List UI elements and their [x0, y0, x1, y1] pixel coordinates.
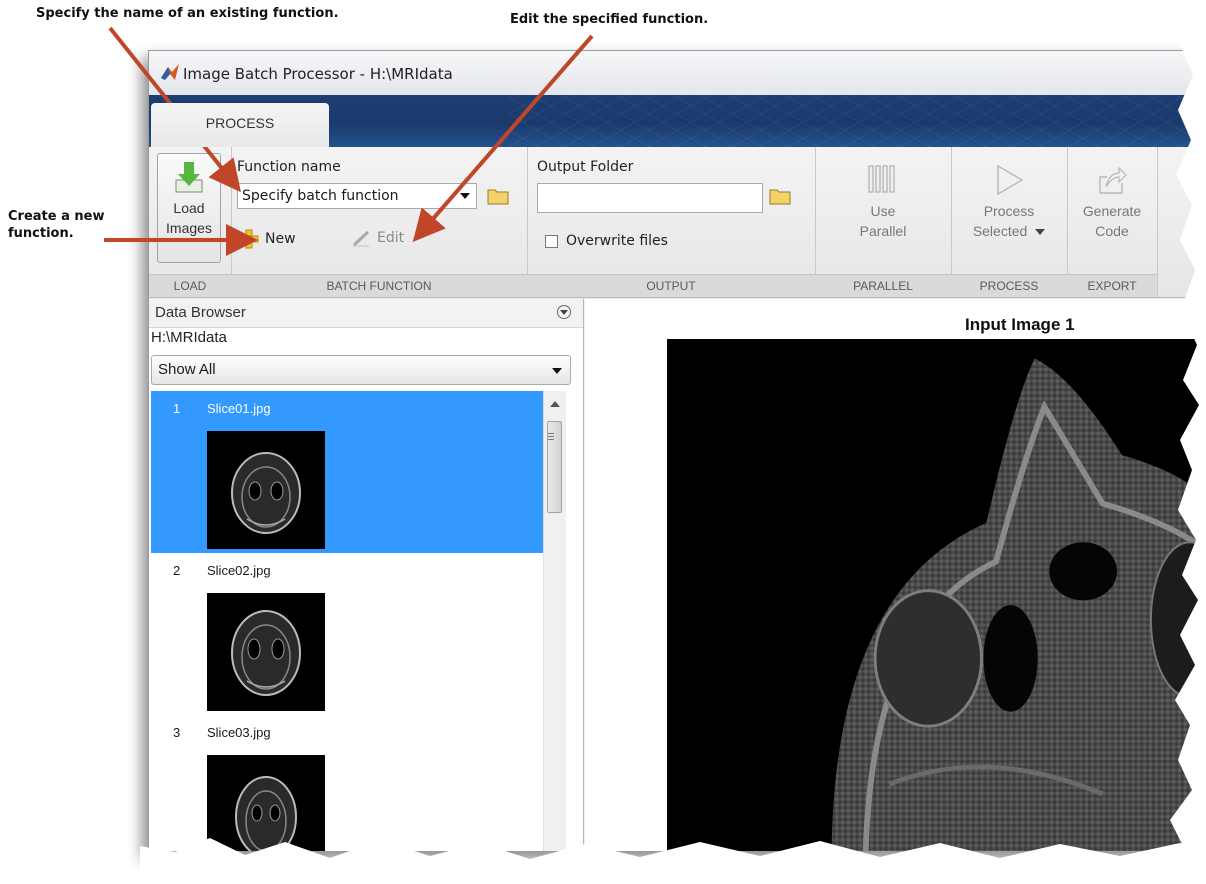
- generate-code-label-2: Code: [1095, 223, 1129, 239]
- process-selected-label-1: Process: [983, 203, 1035, 219]
- window-title: Image Batch Processor - H:\MRIdata: [183, 65, 453, 83]
- list-item[interactable]: 3 Slice03.jpg: [151, 715, 543, 851]
- section-label-export: EXPORT: [1067, 274, 1157, 297]
- mri-image: [667, 339, 1206, 851]
- scroll-up-icon[interactable]: [550, 401, 560, 407]
- list-item[interactable]: 1 Slice01.jpg: [151, 391, 543, 553]
- filter-dropdown[interactable]: Show All: [151, 355, 571, 385]
- folder-icon[interactable]: [487, 187, 509, 205]
- item-filename: Slice01.jpg: [207, 401, 271, 416]
- section-parallel: Use Parallel PARALLEL: [815, 147, 952, 297]
- use-parallel-button[interactable]: Use Parallel: [815, 163, 951, 241]
- process-selected-label-2-text: Selected: [972, 223, 1028, 239]
- section-output: Output Folder Overwrite files OUTPUT: [527, 147, 816, 297]
- title-bar: Image Batch Processor - H:\MRIdata: [149, 51, 1206, 95]
- function-name-label: Function name: [237, 159, 341, 175]
- section-process: Process Selected PROCESS: [951, 147, 1068, 297]
- mri-thumbnail: [207, 755, 325, 851]
- section-label-batch-function: BATCH FUNCTION: [231, 274, 527, 297]
- image-list: 1 Slice01.jpg 2 Slice02.jpg 3 Slice03.jp…: [151, 391, 543, 851]
- section-load: Load Images LOAD: [149, 147, 232, 297]
- output-folder-icon[interactable]: [769, 187, 791, 205]
- overwrite-files-label: Overwrite files: [566, 233, 668, 249]
- download-icon: [175, 162, 203, 193]
- pencil-icon: [352, 230, 370, 247]
- function-name-dropdown[interactable]: Specify batch function: [237, 183, 477, 209]
- overwrite-files-row[interactable]: Overwrite files: [545, 233, 668, 249]
- output-folder-label: Output Folder: [537, 159, 634, 175]
- load-images-label-2: Images: [166, 220, 212, 236]
- toolstrip: Load Images LOAD Function name Specify b…: [149, 147, 1206, 298]
- overwrite-files-checkbox[interactable]: [545, 234, 558, 248]
- callout-new-function: Create a new function.: [8, 208, 104, 242]
- image-viewer: Input Image 1: [585, 299, 1206, 851]
- process-selected-label-2: Selected: [951, 221, 1067, 241]
- callout-new-function-line1: Create a new: [8, 209, 105, 224]
- generate-code-label-1: Generate: [1082, 203, 1142, 219]
- item-index: 1: [173, 401, 181, 416]
- list-scrollbar[interactable]: [543, 391, 566, 851]
- data-browser-panel: Data Browser H:\MRIdata Show All 1 Slice…: [149, 299, 584, 851]
- chevron-down-icon: [460, 193, 470, 199]
- matlab-logo-icon: [161, 64, 179, 80]
- section-label-output: OUTPUT: [527, 274, 815, 297]
- callout-existing-function: Specify the name of an existing function…: [36, 6, 339, 21]
- use-parallel-label-2: Parallel: [859, 223, 907, 239]
- process-selected-button[interactable]: Process Selected: [951, 163, 1067, 241]
- edit-function-label: Edit: [377, 230, 405, 246]
- data-browser-path: H:\MRIdata: [151, 329, 227, 346]
- section-export: Generate Code EXPORT: [1067, 147, 1158, 297]
- grip-icon: [548, 433, 554, 434]
- item-index: 3: [173, 725, 181, 740]
- item-index: 2: [173, 563, 181, 578]
- plus-icon: [239, 229, 259, 249]
- item-filename: Slice02.jpg: [207, 563, 271, 578]
- load-images-label-1: Load: [173, 200, 205, 216]
- item-filename: Slice03.jpg: [207, 725, 271, 740]
- parallel-icon: [868, 165, 895, 193]
- play-icon: [997, 164, 1024, 196]
- list-item[interactable]: 2 Slice02.jpg: [151, 553, 543, 715]
- new-function-label: New: [265, 231, 296, 247]
- data-browser-title: Data Browser: [155, 304, 246, 321]
- chevron-down-icon: [1035, 229, 1046, 236]
- mri-thumbnail: [207, 431, 325, 549]
- callout-new-function-line2: function.: [8, 226, 74, 241]
- export-icon: [1099, 166, 1127, 194]
- data-browser-header: Data Browser: [149, 299, 583, 328]
- panel-menu-icon[interactable]: [557, 305, 571, 319]
- viewer-title: Input Image 1: [965, 315, 1075, 334]
- use-parallel-label-1: Use: [870, 203, 896, 219]
- section-label-process: PROCESS: [951, 274, 1067, 297]
- new-function-button[interactable]: New: [239, 229, 296, 249]
- edit-function-button[interactable]: Edit: [351, 229, 404, 247]
- app-window: Image Batch Processor - H:\MRIdata PROCE…: [148, 50, 1206, 852]
- mri-thumbnail: [207, 593, 325, 711]
- section-label-load: LOAD: [149, 274, 231, 297]
- filter-value: Show All: [158, 361, 216, 378]
- function-name-value: Specify batch function: [242, 188, 399, 204]
- section-batch-function: Function name Specify batch function New: [231, 147, 528, 297]
- scrollbar-thumb[interactable]: [547, 421, 562, 513]
- tab-process[interactable]: PROCESS: [151, 103, 329, 147]
- callout-edit-function: Edit the specified function.: [510, 12, 709, 27]
- load-images-button[interactable]: Load Images: [157, 153, 221, 263]
- chevron-down-icon: [552, 368, 562, 374]
- tab-strip: PROCESS: [149, 95, 1206, 147]
- section-label-parallel: PARALLEL: [815, 274, 951, 297]
- output-folder-input[interactable]: [537, 183, 763, 213]
- generate-code-button[interactable]: Generate Code: [1067, 163, 1157, 241]
